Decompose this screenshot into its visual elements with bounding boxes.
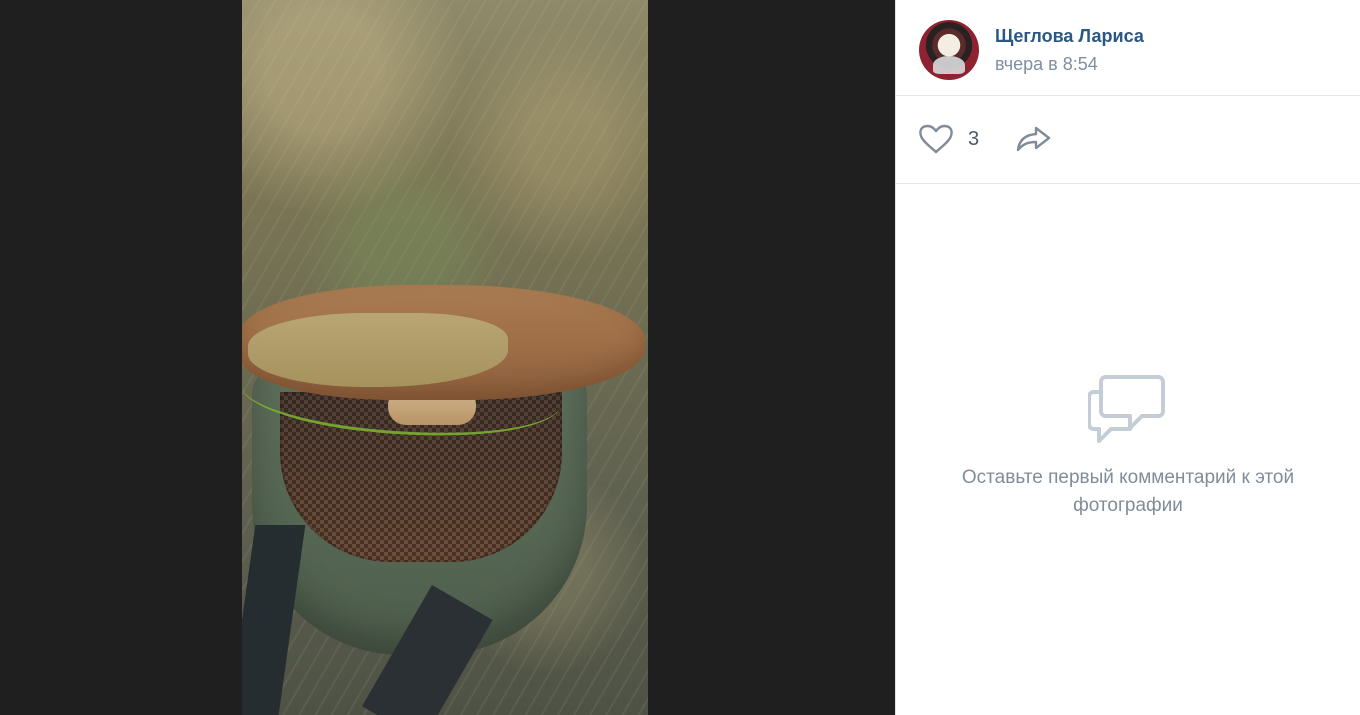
- post-photo[interactable]: [242, 0, 648, 715]
- photo-viewer: Щеглова Лариса вчера в 8:54 3 Оставьте п…: [0, 0, 1360, 715]
- post-timestamp[interactable]: вчера в 8:54: [995, 54, 1098, 74]
- like-button[interactable]: 3: [918, 122, 979, 156]
- empty-comments-text: Оставьте первый комментарий к этой фотог…: [961, 467, 1295, 516]
- photo-area[interactable]: [0, 0, 895, 715]
- heart-outline-icon: [918, 123, 954, 155]
- empty-comments-state: Оставьте первый комментарий к этой фотог…: [896, 372, 1360, 520]
- post-header: Щеглова Лариса вчера в 8:54: [896, 0, 1360, 96]
- like-count: 3: [968, 128, 980, 150]
- photo-sidebar: Щеглова Лариса вчера в 8:54 3 Оставьте п…: [895, 0, 1360, 715]
- share-button[interactable]: [1014, 122, 1054, 156]
- post-actions: 3: [896, 96, 1360, 184]
- author-avatar[interactable]: [919, 20, 979, 80]
- share-arrow-icon: [1015, 124, 1053, 154]
- author-name[interactable]: Щеглова Лариса: [995, 26, 1144, 46]
- comments-bubble-icon: [1087, 372, 1168, 446]
